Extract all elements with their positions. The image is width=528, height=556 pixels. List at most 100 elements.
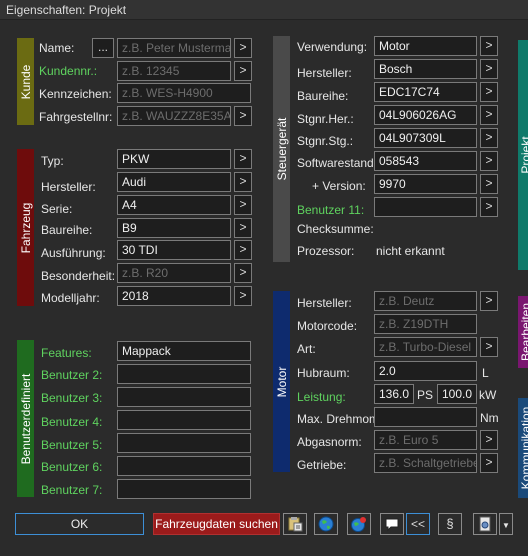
tab-benutzerdefiniert[interactable]: Benutzerdefiniert	[17, 340, 34, 497]
modelljahr-input[interactable]: 2018	[117, 286, 231, 306]
tab-motor-label: Motor	[274, 366, 289, 397]
serie-input[interactable]: A4	[117, 195, 231, 215]
verwendung-label: Verwendung:	[297, 40, 368, 54]
version-input[interactable]: 9970	[374, 174, 477, 194]
benutzer2-input[interactable]	[117, 364, 251, 384]
kennzeichen-label: Kennzeichen:	[39, 87, 112, 101]
benutzer4-input[interactable]	[117, 410, 251, 430]
typ-input[interactable]: PKW	[117, 149, 231, 169]
stg-baureihe-more-button[interactable]: >	[480, 82, 498, 102]
prozessor-value: nicht erkannt	[376, 244, 445, 258]
modelljahr-label: Modelljahr:	[41, 291, 100, 305]
typ-more-button[interactable]: >	[234, 149, 252, 169]
motorcode-input[interactable]: z.B. Z19DTH	[374, 314, 477, 334]
tab-projekt[interactable]: Projekt	[518, 40, 528, 270]
benutzer5-input[interactable]	[117, 433, 251, 453]
name-input[interactable]: z.B. Peter Mustermann	[117, 38, 231, 58]
fahrzeug-hersteller-label: Hersteller:	[41, 180, 96, 194]
art-more-button[interactable]: >	[480, 337, 498, 357]
benutzer7-input[interactable]	[117, 479, 251, 499]
fahrgestellnr-more-button[interactable]: >	[234, 106, 252, 126]
getriebe-more-button[interactable]: >	[480, 453, 498, 473]
benutzer7-label: Benutzer 7:	[41, 483, 103, 497]
motor-hersteller-input[interactable]: z.B. Deutz	[374, 291, 477, 311]
ausfuehrung-more-button[interactable]: >	[234, 240, 252, 260]
getriebe-input[interactable]: z.B. Schaltgetriebe	[374, 453, 477, 473]
stgnr-her-label: Stgnr.Her.:	[297, 112, 354, 126]
abgasnorm-more-button[interactable]: >	[480, 430, 498, 450]
art-input[interactable]: z.B. Turbo-Diesel	[374, 337, 477, 357]
fahrzeug-baureihe-input[interactable]: B9	[117, 218, 231, 238]
benutzer11-input[interactable]	[374, 197, 477, 217]
tab-motor[interactable]: Motor	[273, 291, 290, 472]
document-gear-icon	[479, 516, 491, 532]
kundennr-input[interactable]: z.B. 12345	[117, 61, 231, 81]
paragraph-button[interactable]: §	[438, 513, 462, 535]
leistung-kw-input[interactable]: 100.0	[437, 384, 477, 404]
softwarestand-label: Softwarestand:	[297, 156, 378, 170]
stgnr-stg-more-button[interactable]: >	[480, 128, 498, 148]
collapse-button[interactable]: <<	[406, 513, 430, 535]
chevron-down-icon: ▼	[502, 521, 510, 530]
ausfuehrung-input[interactable]: 30 TDI	[117, 240, 231, 260]
kundennr-more-button[interactable]: >	[234, 61, 252, 81]
benutzer2-label: Benutzer 2:	[41, 368, 103, 382]
verwendung-more-button[interactable]: >	[480, 36, 498, 56]
settings-menu-button[interactable]	[473, 513, 497, 535]
tab-benutzerdefiniert-label: Benutzerdefiniert	[18, 373, 33, 464]
verwendung-input[interactable]: Motor	[374, 36, 477, 56]
globe-button[interactable]	[314, 513, 338, 535]
serie-label: Serie:	[41, 202, 73, 216]
drehmoment-unit: Nm	[480, 411, 499, 425]
stgnr-her-more-button[interactable]: >	[480, 105, 498, 125]
benutzer6-input[interactable]	[117, 456, 251, 476]
stg-hersteller-more-button[interactable]: >	[480, 59, 498, 79]
kundennr-label: Kundennr.:	[39, 64, 98, 78]
serie-more-button[interactable]: >	[234, 195, 252, 215]
kw-unit: kW	[479, 388, 497, 402]
tab-kommunikation[interactable]: Kommunikation	[518, 398, 528, 498]
benutzer11-more-button[interactable]: >	[480, 197, 498, 217]
fahrzeug-hersteller-more-button[interactable]: >	[234, 172, 252, 192]
ok-button[interactable]: OK	[15, 513, 144, 535]
motor-hersteller-more-button[interactable]: >	[480, 291, 498, 311]
fahrzeug-baureihe-more-button[interactable]: >	[234, 218, 252, 238]
window-title: Eigenschaften: Projekt	[6, 3, 127, 17]
stgnr-stg-input[interactable]: 04L907309L	[374, 128, 477, 148]
drehmoment-input[interactable]	[374, 407, 477, 427]
tab-fahrzeug[interactable]: Fahrzeug	[17, 149, 34, 306]
features-input[interactable]: Mappack	[117, 341, 251, 361]
softwarestand-input[interactable]: 058543	[374, 151, 477, 171]
modelljahr-more-button[interactable]: >	[234, 286, 252, 306]
stg-baureihe-input[interactable]: EDC17C74	[374, 82, 477, 102]
tab-bearbeiten[interactable]: Bearbeiten	[518, 296, 528, 368]
hubraum-input[interactable]: 2.0	[374, 361, 477, 381]
stgnr-her-input[interactable]: 04L906026AG	[374, 105, 477, 125]
stg-hersteller-input[interactable]: Bosch	[374, 59, 477, 79]
typ-label: Typ:	[41, 154, 64, 168]
clipboard-icon	[288, 517, 303, 532]
leistung-label: Leistung:	[297, 390, 346, 404]
benutzer6-label: Benutzer 6:	[41, 460, 103, 474]
tab-kunde[interactable]: Kunde	[17, 38, 34, 125]
tab-steuergeraet[interactable]: Steuergerät	[273, 36, 290, 262]
fahrzeugdaten-suchen-button[interactable]: Fahrzeugdaten suchen	[153, 513, 280, 535]
ausfuehrung-label: Ausführung:	[41, 246, 106, 260]
fahrgestellnr-input[interactable]: z.B. WAUZZZ8E35A235	[117, 106, 231, 126]
abgasnorm-input[interactable]: z.B. Euro 5	[374, 430, 477, 450]
leistung-ps-input[interactable]: 136.0	[374, 384, 414, 404]
version-more-button[interactable]: >	[480, 174, 498, 194]
kennzeichen-input[interactable]: z.B. WES-H4900	[117, 83, 251, 103]
besonderheit-more-button[interactable]: >	[234, 263, 252, 283]
comment-button[interactable]	[380, 513, 404, 535]
fahrzeug-hersteller-input[interactable]: Audi	[117, 172, 231, 192]
name-lookup-button[interactable]: ...	[92, 38, 114, 58]
besonderheit-input[interactable]: z.B. R20	[117, 263, 231, 283]
globe-pin-icon	[351, 517, 366, 532]
settings-dropdown-button[interactable]: ▼	[499, 513, 513, 535]
benutzer3-input[interactable]	[117, 387, 251, 407]
name-more-button[interactable]: >	[234, 38, 252, 58]
clipboard-import-button[interactable]	[283, 513, 307, 535]
globe-pin-button[interactable]	[347, 513, 371, 535]
softwarestand-more-button[interactable]: >	[480, 151, 498, 171]
